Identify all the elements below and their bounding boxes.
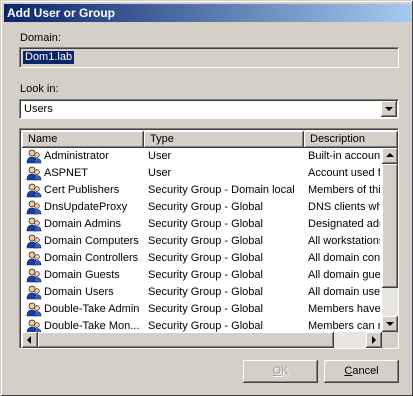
row-name: Domain Controllers — [44, 252, 139, 264]
user-icon — [26, 182, 42, 198]
list-item[interactable]: Administrator User Built-in account — [22, 148, 380, 165]
column-header-description[interactable]: Description — [304, 131, 398, 148]
users-list-view[interactable]: Name Type Description Administrator User B… — [19, 128, 399, 349]
domain-value: Dom1.lab — [23, 51, 75, 64]
domain-label: Domain: — [20, 32, 61, 44]
arrow-down-icon — [386, 322, 394, 326]
scrollbar-corner — [382, 332, 398, 348]
user-icon — [26, 199, 42, 215]
vertical-scrollbar[interactable] — [382, 148, 398, 332]
row-type: Security Group - Global — [148, 303, 263, 315]
row-name: Cert Publishers — [44, 184, 120, 196]
user-icon — [26, 301, 42, 317]
row-name: Double-Take Mon... — [44, 320, 140, 332]
row-description: Members of this — [308, 184, 380, 196]
row-name: Domain Users — [44, 286, 114, 298]
row-description: Account used fo — [308, 167, 380, 179]
row-type: User — [148, 150, 172, 162]
dropdown-arrow-button[interactable] — [381, 101, 397, 117]
list-item[interactable]: DnsUpdateProxy Security Group - Global DNS… — [22, 199, 380, 216]
row-description: Built-in account — [308, 150, 380, 162]
row-description: DNS clients whi — [308, 201, 380, 213]
ok-button-label: OK — [272, 365, 289, 377]
column-header-name[interactable]: Name — [22, 131, 144, 148]
user-icon — [26, 165, 42, 181]
row-type: Security Group - Global — [148, 286, 263, 298]
list-item[interactable]: ASPNET User Account used fo — [22, 165, 380, 182]
row-type: Security Group - Global — [148, 252, 263, 264]
row-name: Double-Take Admin — [44, 303, 140, 315]
row-name: Domain Admins — [44, 218, 122, 230]
row-type: Security Group - Global — [148, 201, 263, 213]
window-title: Add User or Group — [7, 6, 116, 20]
row-type: Security Group - Global — [148, 218, 263, 230]
user-icon — [26, 318, 42, 332]
list-item[interactable]: Domain Guests Security Group - Global All … — [22, 267, 380, 284]
row-name: DnsUpdateProxy — [44, 201, 128, 213]
vertical-scroll-thumb[interactable] — [382, 164, 398, 288]
ok-button[interactable]: OK — [243, 360, 318, 383]
row-description: All domain contr — [308, 252, 380, 264]
row-name: ASPNET — [44, 167, 89, 179]
look-in-label: Look in: — [20, 83, 59, 95]
list-item[interactable]: Domain Admins Security Group - Global Desi… — [22, 216, 380, 233]
arrow-right-icon — [372, 336, 376, 344]
scroll-right-button[interactable] — [366, 332, 382, 348]
row-description: All domain users — [308, 286, 380, 298]
arrow-up-icon — [386, 153, 394, 157]
list-item[interactable]: Domain Users Security Group - Global All d… — [22, 284, 380, 301]
user-icon — [26, 233, 42, 249]
row-description: Members have f — [308, 303, 380, 315]
list-item[interactable]: Domain Controllers Security Group - Globa… — [22, 250, 380, 267]
row-name: Domain Guests — [44, 269, 120, 281]
look-in-value: Users — [24, 103, 53, 115]
user-icon — [26, 250, 42, 266]
list-item[interactable]: Double-Take Admin Security Group - Global… — [22, 301, 380, 318]
list-item[interactable]: Domain Computers Security Group - Global A… — [22, 233, 380, 250]
row-description: Members can m — [308, 320, 380, 332]
row-description: All domain gues — [308, 269, 380, 281]
user-icon — [26, 267, 42, 283]
row-type: Security Group - Global — [148, 235, 263, 247]
list-rows: Administrator User Built-in account ASPNET U… — [22, 148, 380, 332]
scroll-up-button[interactable] — [382, 148, 398, 164]
arrow-left-icon — [27, 336, 31, 344]
row-description: Designated adm — [308, 218, 380, 230]
row-type: Security Group - Global — [148, 320, 263, 332]
list-header: Name Type Description — [22, 131, 398, 148]
horizontal-scrollbar[interactable] — [22, 332, 382, 348]
title-bar[interactable]: Add User or Group — [4, 4, 411, 22]
column-header-type[interactable]: Type — [144, 131, 304, 148]
list-item[interactable]: Cert Publishers Security Group - Domain l… — [22, 182, 380, 199]
horizontal-scroll-thumb[interactable] — [38, 332, 334, 348]
row-description: All workstations — [308, 235, 380, 247]
user-icon — [26, 284, 42, 300]
row-name: Domain Computers — [44, 235, 139, 247]
row-type: Security Group - Global — [148, 269, 263, 281]
cancel-button[interactable]: Cancel — [324, 360, 399, 383]
user-icon — [26, 148, 42, 164]
user-icon — [26, 216, 42, 232]
row-type: Security Group - Domain local — [148, 184, 295, 196]
list-item[interactable]: Double-Take Mon... Security Group - Globa… — [22, 318, 380, 332]
cancel-button-label: Cancel — [344, 365, 379, 377]
scroll-down-button[interactable] — [382, 316, 398, 332]
scroll-left-button[interactable] — [22, 332, 38, 348]
domain-field[interactable]: Dom1.lab — [19, 47, 399, 68]
add-user-or-group-dialog: Add User or Group Domain: Dom1.lab Look … — [0, 0, 413, 396]
row-name: Administrator — [44, 150, 109, 162]
look-in-dropdown[interactable]: Users — [19, 99, 399, 119]
chevron-down-icon — [385, 107, 393, 111]
row-type: User — [148, 167, 172, 179]
